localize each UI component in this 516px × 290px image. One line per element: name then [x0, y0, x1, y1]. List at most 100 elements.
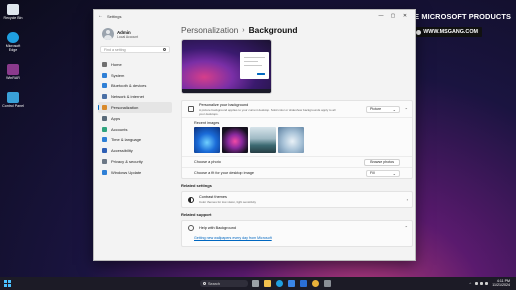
- avatar: [102, 28, 114, 40]
- home-icon: [102, 61, 107, 67]
- winrar-icon: [7, 64, 19, 75]
- tray-overflow-icon[interactable]: ^: [469, 281, 471, 286]
- sidebar-item-network[interactable]: Network & internet: [98, 91, 172, 102]
- sidebar-item-windows-update[interactable]: Windows Update: [98, 167, 172, 178]
- clock-date: 11/21/2024: [492, 283, 510, 288]
- choose-fit-label: Choose a fit for your desktop image: [194, 171, 254, 175]
- taskbar-search[interactable]: Search: [200, 280, 248, 287]
- contrast-icon: [188, 196, 194, 203]
- sidebar-item-accessibility[interactable]: Accessibility: [98, 145, 172, 156]
- preview-window: [240, 52, 269, 79]
- recent-image-thumbnail[interactable]: [222, 127, 248, 153]
- chevron-down-icon: ⌄: [392, 106, 396, 112]
- task-view-icon[interactable]: [252, 280, 259, 287]
- close-button[interactable]: ✕: [399, 13, 411, 19]
- help-row[interactable]: Help with Background ⌃: [182, 221, 412, 234]
- sidebar-item-home[interactable]: Home: [98, 59, 172, 70]
- sidebar-item-label: Network & internet: [111, 94, 144, 100]
- sidebar: Admin Local Account Find a setting Home …: [94, 22, 176, 260]
- recent-images-label: Recent images: [194, 121, 220, 125]
- desktop-icon-control-panel[interactable]: Control Panel: [2, 92, 24, 108]
- recent-image-thumbnail[interactable]: [194, 127, 220, 153]
- minimize-button[interactable]: —: [375, 13, 387, 19]
- sidebar-item-label: System: [111, 72, 125, 78]
- sidebar-item-time-language[interactable]: Time & language: [98, 135, 172, 146]
- system-tray: ^ 4:11 PM 11/21/2024: [469, 279, 510, 288]
- personalize-background-card: Personalize your background A picture ba…: [181, 100, 413, 179]
- accessibility-icon: [102, 148, 107, 154]
- window-title: Settings: [107, 13, 122, 19]
- sidebar-item-label: Time & language: [111, 137, 142, 143]
- help-title: Help with Background: [199, 225, 236, 230]
- edge-icon[interactable]: [276, 280, 283, 287]
- file-explorer-icon[interactable]: [264, 280, 271, 287]
- maximize-button[interactable]: ▢: [387, 13, 399, 19]
- desktop-icon-edge[interactable]: Microsoft Edge: [2, 32, 24, 52]
- search-input[interactable]: Find a setting: [100, 46, 170, 53]
- personalization-icon: [102, 105, 107, 111]
- watermark-url-text: WWW.MSGANG.COM: [423, 29, 478, 35]
- desktop-icon-winrar[interactable]: WinRAR: [2, 64, 24, 80]
- store-icon[interactable]: [288, 280, 295, 287]
- choose-photo-label: Choose a photo: [194, 160, 221, 164]
- sidebar-item-label: Accounts: [111, 126, 128, 132]
- chevron-up-icon[interactable]: ⌃: [405, 107, 408, 112]
- bluetooth-icon: [102, 83, 107, 89]
- title-bar: ← Settings — ▢ ✕: [94, 10, 415, 22]
- breadcrumb-parent[interactable]: Personalization: [181, 25, 238, 35]
- background-type-select[interactable]: Picture ⌄: [366, 105, 400, 113]
- sidebar-item-label: Privacy & security: [111, 159, 143, 165]
- sidebar-item-accounts[interactable]: Accounts: [98, 124, 172, 135]
- sidebar-item-system[interactable]: System: [98, 70, 172, 81]
- related-support-heading: Related support: [181, 212, 212, 217]
- desktop-icon-label: Microsoft Edge: [5, 44, 21, 52]
- recent-image-thumbnail[interactable]: [250, 127, 276, 153]
- network-icon: [102, 94, 107, 100]
- windows-update-icon: [102, 169, 107, 175]
- personalize-background-row[interactable]: Personalize your background A picture ba…: [182, 101, 412, 117]
- desktop-icons: Recycle Bin Microsoft Edge WinRAR Contro…: [2, 4, 24, 120]
- search-placeholder: Find a setting: [104, 47, 126, 52]
- sidebar-item-label: Bluetooth & devices: [111, 83, 147, 89]
- sidebar-item-privacy[interactable]: Privacy & security: [98, 156, 172, 167]
- personalize-background-subtitle: A picture background applies to your cur…: [199, 107, 336, 116]
- profile-account-type: Local Account: [117, 34, 139, 39]
- fit-value: Fill: [370, 171, 375, 175]
- sidebar-item-label: Windows Update: [111, 169, 142, 175]
- start-button[interactable]: [4, 280, 11, 287]
- time-language-icon: [102, 137, 107, 143]
- settings-icon[interactable]: [324, 280, 331, 287]
- main-content: Personalization › Background Personalize…: [181, 22, 413, 260]
- preview-taskbar: [182, 89, 271, 93]
- accounts-icon: [102, 126, 107, 132]
- fit-select[interactable]: Fill ⌄: [366, 169, 400, 177]
- chrome-icon[interactable]: [312, 280, 319, 287]
- sidebar-item-personalization[interactable]: Personalization: [98, 102, 172, 113]
- desktop-icon-recycle-bin[interactable]: Recycle Bin: [2, 4, 24, 20]
- desktop-icon-label: Recycle Bin: [3, 16, 23, 20]
- recent-image-thumbnail[interactable]: [278, 127, 304, 153]
- settings-window: ← Settings — ▢ ✕ Admin Local Account Fin…: [93, 9, 416, 261]
- clock[interactable]: 4:11 PM 11/21/2024: [492, 279, 510, 288]
- contrast-themes-card[interactable]: Contrast themes Color themes for low vis…: [181, 191, 413, 208]
- sidebar-item-apps[interactable]: Apps: [98, 113, 172, 124]
- taskbar-search-label: Search: [208, 281, 221, 286]
- personalize-background-title: Personalize your background: [199, 102, 249, 107]
- background-preview: [181, 39, 272, 94]
- chevron-up-icon: ⌃: [404, 225, 408, 230]
- browse-photos-button[interactable]: Browse photos: [364, 158, 400, 166]
- search-icon: [203, 282, 206, 285]
- taskbar-apps: [252, 280, 331, 287]
- profile[interactable]: Admin Local Account: [102, 28, 172, 40]
- search-icon: [163, 48, 166, 51]
- sidebar-item-label: Accessibility: [111, 148, 133, 154]
- choose-fit-row: Choose a fit for your desktop image Fill…: [182, 167, 412, 178]
- privacy-icon: [102, 159, 107, 165]
- tray-icons[interactable]: [475, 281, 489, 285]
- sidebar-item-label: Home: [111, 61, 122, 67]
- mail-icon[interactable]: [300, 280, 307, 287]
- back-arrow-icon[interactable]: ←: [98, 13, 103, 19]
- contrast-themes-subtitle: Color themes for low vision, light sensi…: [199, 200, 257, 204]
- sidebar-item-bluetooth[interactable]: Bluetooth & devices: [98, 81, 172, 92]
- wallpapers-help-link[interactable]: Getting new wallpapers every day from Mi…: [182, 234, 412, 246]
